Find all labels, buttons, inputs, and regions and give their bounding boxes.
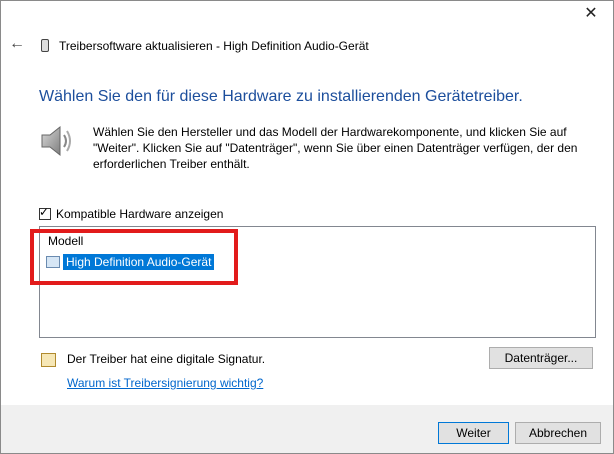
cancel-button[interactable]: Abbrechen [515, 422, 601, 444]
back-arrow-icon[interactable]: ← [9, 35, 25, 53]
compatible-hardware-label: Kompatible Hardware anzeigen [56, 207, 224, 221]
checkmark-icon: ✓ [39, 205, 50, 219]
speaker-icon [41, 125, 71, 157]
compatible-hardware-row[interactable]: ✓ Kompatible Hardware anzeigen [39, 205, 224, 222]
content-area: ✕ ← Treibersoftware aktualisieren - High… [1, 1, 613, 405]
certificate-icon [41, 353, 56, 367]
next-button[interactable]: Weiter [438, 422, 509, 444]
disk-button[interactable]: Datenträger... [489, 347, 593, 369]
close-icon[interactable]: ✕ [577, 3, 605, 25]
signature-link[interactable]: Warum ist Treibersignierung wichtig? [67, 376, 263, 390]
signature-text: Der Treiber hat eine digitale Signatur. [67, 352, 266, 366]
window-title: Treibersoftware aktualisieren - High Def… [59, 39, 369, 53]
driver-update-window: ✕ ← Treibersoftware aktualisieren - High… [0, 0, 614, 454]
page-heading: Wählen Sie den für diese Hardware zu ins… [39, 88, 523, 105]
compatible-hardware-checkbox[interactable]: ✓ [39, 205, 51, 220]
description-text: Wählen Sie den Hersteller und das Modell… [93, 125, 578, 171]
highlight-box [30, 229, 238, 285]
device-icon [41, 39, 49, 52]
